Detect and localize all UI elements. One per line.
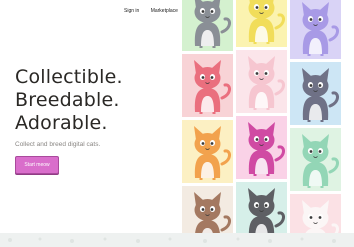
cat-icon [290, 62, 341, 125]
cat-tile-red-on-pink[interactable] [182, 54, 233, 117]
cat-icon [236, 116, 287, 179]
cat-tile-grey-on-green[interactable] [182, 0, 233, 51]
cat-grid [0, 0, 354, 247]
cat-icon [182, 54, 233, 117]
cat-icon [182, 120, 233, 183]
cat-icon [182, 0, 233, 51]
cat-tile-pink-on-pink[interactable] [236, 50, 287, 113]
cat-tile-lavender-on-lavender[interactable] [290, 0, 341, 59]
cat-icon [236, 0, 287, 47]
cat-icon [290, 128, 341, 191]
cat-icon [290, 0, 341, 59]
cat-tile-magenta-on-pink[interactable] [236, 116, 287, 179]
cat-tile-orange-on-yellow[interactable] [182, 120, 233, 183]
cat-tile-slate-on-blue[interactable] [290, 62, 341, 125]
cat-icon [236, 50, 287, 113]
footer-pattern [0, 233, 354, 247]
cat-tile-yellow-on-yellow[interactable] [236, 0, 287, 47]
cat-tile-mint-on-green[interactable] [290, 128, 341, 191]
